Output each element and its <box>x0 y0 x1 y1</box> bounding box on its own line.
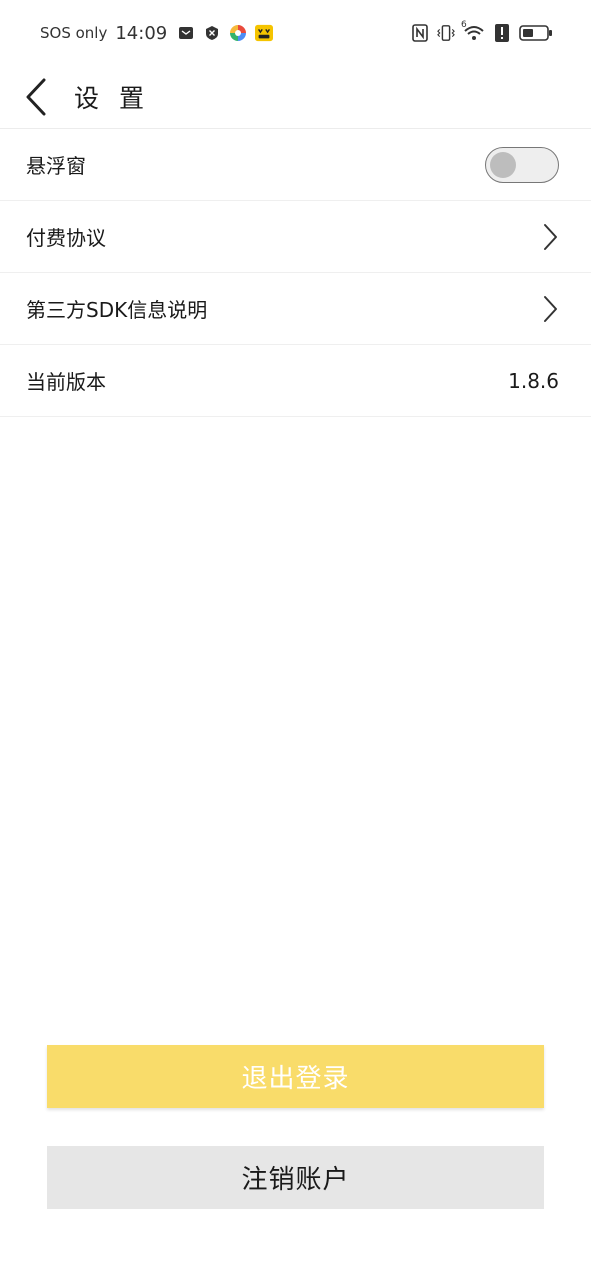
nfc-icon <box>411 24 429 42</box>
logout-button[interactable]: 退出登录 <box>47 1045 544 1108</box>
back-button[interactable] <box>6 66 66 128</box>
setting-third-party-sdk[interactable]: 第三方SDK信息说明 <box>0 273 591 345</box>
vibrate-icon <box>437 24 455 42</box>
page-title: 设 置 <box>74 84 150 113</box>
setting-floating-window: 悬浮窗 <box>0 129 591 201</box>
shield-x-icon <box>203 24 221 42</box>
status-bar-right: 6 <box>411 20 553 42</box>
back-chevron-icon <box>26 78 46 116</box>
carrier-text: SOS only <box>40 24 108 42</box>
app-face-icon <box>255 24 274 42</box>
clock-time: 14:09 <box>115 22 168 44</box>
chevron-right-icon <box>541 223 559 251</box>
floating-window-label: 悬浮窗 <box>26 154 86 178</box>
settings-list: 悬浮窗 付费协议 第三方SDK信息说明 当前版本 1.8.6 <box>0 129 591 417</box>
current-version-label: 当前版本 <box>26 370 106 394</box>
battery-icon <box>519 24 553 42</box>
floating-window-toggle[interactable] <box>485 146 559 183</box>
cancel-account-button[interactable]: 注销账户 <box>47 1146 544 1209</box>
message-icon <box>177 24 195 42</box>
wifi-icon: 6 <box>461 20 485 42</box>
payment-agreement-label: 付费协议 <box>26 226 106 250</box>
app-header: 设 置 <box>0 66 591 128</box>
chevron-right-icon <box>541 295 559 323</box>
wifi-label: 6 <box>461 20 467 30</box>
pinwheel-icon <box>229 24 247 42</box>
third-party-sdk-label: 第三方SDK信息说明 <box>26 298 208 322</box>
setting-current-version: 当前版本 1.8.6 <box>0 345 591 417</box>
toggle-knob <box>490 151 516 178</box>
alert-icon <box>493 24 511 42</box>
setting-payment-agreement[interactable]: 付费协议 <box>0 201 591 273</box>
current-version-value: 1.8.6 <box>508 368 559 393</box>
status-bar: SOS only 14:09 6 <box>0 0 591 66</box>
status-bar-left: SOS only 14:09 <box>40 22 274 44</box>
